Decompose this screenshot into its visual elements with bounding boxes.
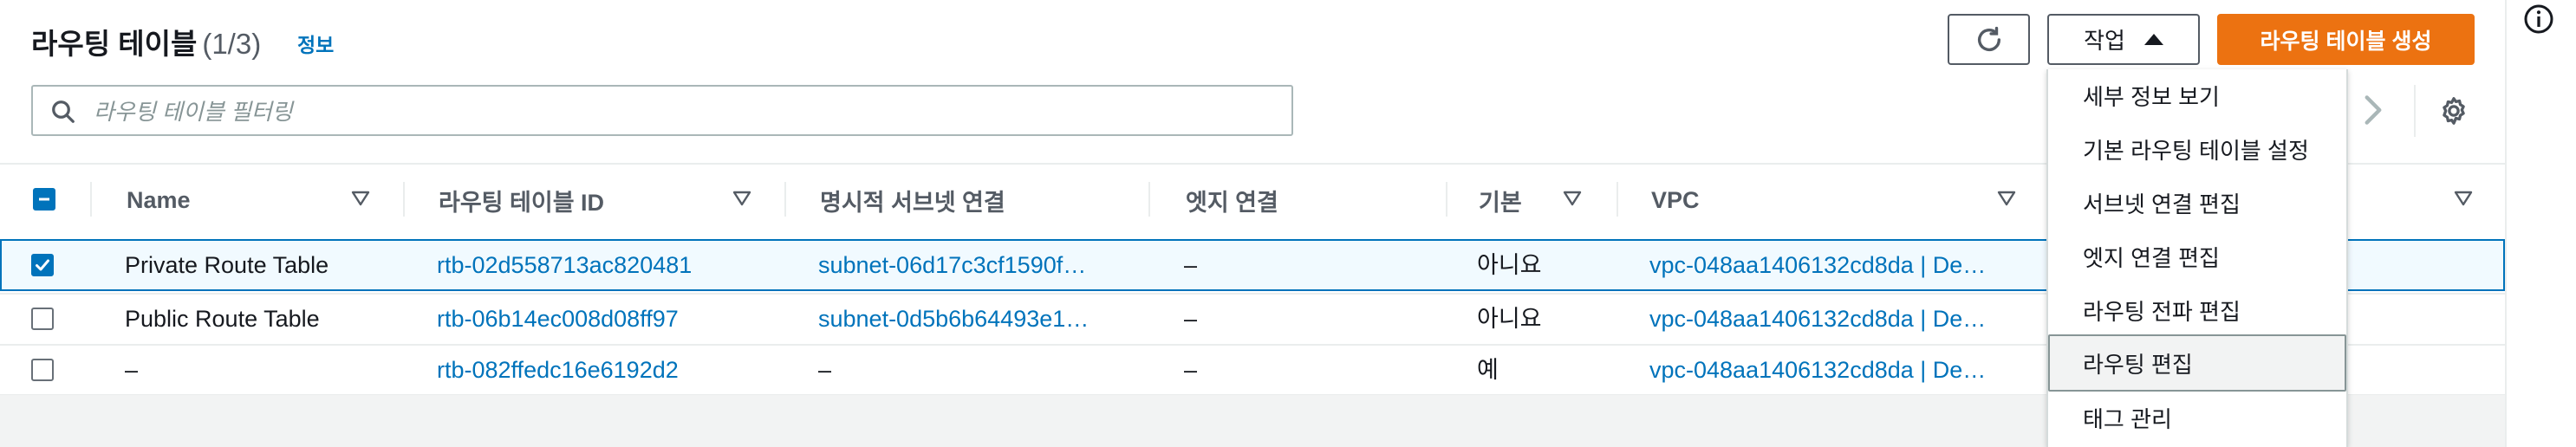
cell-main: 아니요 (1477, 306, 1542, 332)
cell-edge-association: – (1184, 357, 1198, 383)
cell-name: Private Route Table (125, 252, 329, 278)
menu-item-manage-tags[interactable]: 태그 관리 (2048, 392, 2346, 444)
menu-item-edit-route-propagation[interactable]: 라우팅 전파 편집 (2048, 284, 2346, 336)
refresh-icon (1977, 26, 2000, 51)
cell-route-table-id[interactable]: rtb-082ffedc16e6192d2 (437, 355, 784, 385)
cell-route-table-id[interactable]: rtb-06b14ec008d08ff97 (437, 304, 784, 334)
sort-down-icon[interactable] (2454, 190, 2473, 207)
sort-down-icon[interactable] (732, 190, 751, 207)
actions-button[interactable]: 작업 (2047, 14, 2200, 65)
chevron-right-icon[interactable] (2362, 93, 2384, 127)
column-divider (1148, 182, 1150, 217)
select-all-checkbox[interactable] (33, 188, 55, 211)
column-header-subnet-associations[interactable]: 명시적 서브넷 연결 (820, 170, 1005, 230)
column-divider (1446, 182, 1447, 217)
cell-vpc[interactable]: vpc-048aa1406132cd8da | De… (1649, 304, 2013, 334)
sort-down-icon[interactable] (351, 190, 370, 207)
cell-vpc[interactable]: vpc-048aa1406132cd8da | De… (1649, 355, 2013, 385)
column-divider (403, 182, 405, 217)
cell-main: 예 (1477, 357, 1499, 383)
menu-item-edit-edge-associations[interactable]: 엣지 연결 편집 (2048, 230, 2346, 282)
menu-item-view-details[interactable]: 세부 정보 보기 (2048, 69, 2346, 121)
cell-edge-association: – (1184, 252, 1198, 278)
column-divider (1617, 182, 1618, 217)
page-title: 라우팅 테이블 (1/3) (31, 21, 261, 62)
sort-down-icon[interactable] (1997, 190, 2016, 207)
refresh-button[interactable] (1948, 14, 2030, 65)
cell-edge-association: – (1184, 306, 1198, 332)
minus-icon (39, 198, 49, 201)
filter-box[interactable] (31, 85, 1293, 136)
row-checkbox[interactable] (31, 359, 54, 381)
caret-up-icon (2143, 34, 2163, 45)
menu-item-edit-subnet-associations[interactable]: 서브넷 연결 편집 (2048, 177, 2346, 229)
cell-subnet-association[interactable]: subnet-06d17c3cf1590f… (818, 250, 1117, 280)
row-checkbox[interactable] (31, 308, 54, 330)
page-title-text: 라우팅 테이블 (31, 28, 198, 60)
cell-vpc[interactable]: vpc-048aa1406132cd8da | De… (1649, 250, 2013, 280)
cell-subnet-association: – (818, 357, 832, 383)
cell-main: 아니요 (1477, 252, 1542, 278)
actions-dropdown-menu: 세부 정보 보기 기본 라우팅 테이블 설정 서브넷 연결 편집 엣지 연결 편… (2046, 69, 2348, 447)
selection-count: (1/3) (202, 28, 262, 60)
menu-item-edit-routes[interactable]: 라우팅 편집 (2048, 334, 2346, 392)
cell-route-table-id[interactable]: rtb-02d558713ac820481 (437, 250, 784, 280)
cell-subnet-association[interactable]: subnet-0d5b6b64493e1… (818, 304, 1117, 334)
actions-button-label: 작업 (2084, 28, 2125, 54)
gear-icon[interactable] (2438, 95, 2469, 126)
row-checkbox[interactable] (31, 254, 54, 276)
info-icon[interactable] (2523, 3, 2554, 35)
menu-item-set-main-route-table[interactable]: 기본 라우팅 테이블 설정 (2048, 123, 2346, 175)
column-divider (90, 182, 92, 217)
filter-input[interactable] (92, 95, 1274, 128)
search-icon (52, 100, 75, 123)
check-icon (36, 259, 49, 271)
column-header-route-table-id[interactable]: 라우팅 테이블 ID (439, 170, 604, 230)
column-header-name[interactable]: Name (127, 170, 191, 230)
column-header-edge-associations[interactable]: 엣지 연결 (1186, 170, 1278, 230)
create-route-table-button[interactable]: 라우팅 테이블 생성 (2217, 14, 2475, 65)
pager-divider (2414, 85, 2416, 137)
panel-divider (2505, 0, 2507, 447)
cell-name: – (125, 357, 139, 383)
column-divider (784, 182, 786, 217)
cell-name: Public Route Table (125, 306, 320, 332)
info-link[interactable]: 정보 (297, 29, 334, 58)
sort-down-icon[interactable] (1563, 190, 1582, 207)
column-header-main[interactable]: 기본 (1479, 170, 1522, 230)
create-button-label: 라우팅 테이블 생성 (2260, 29, 2432, 54)
column-header-vpc[interactable]: VPC (1651, 170, 1700, 230)
